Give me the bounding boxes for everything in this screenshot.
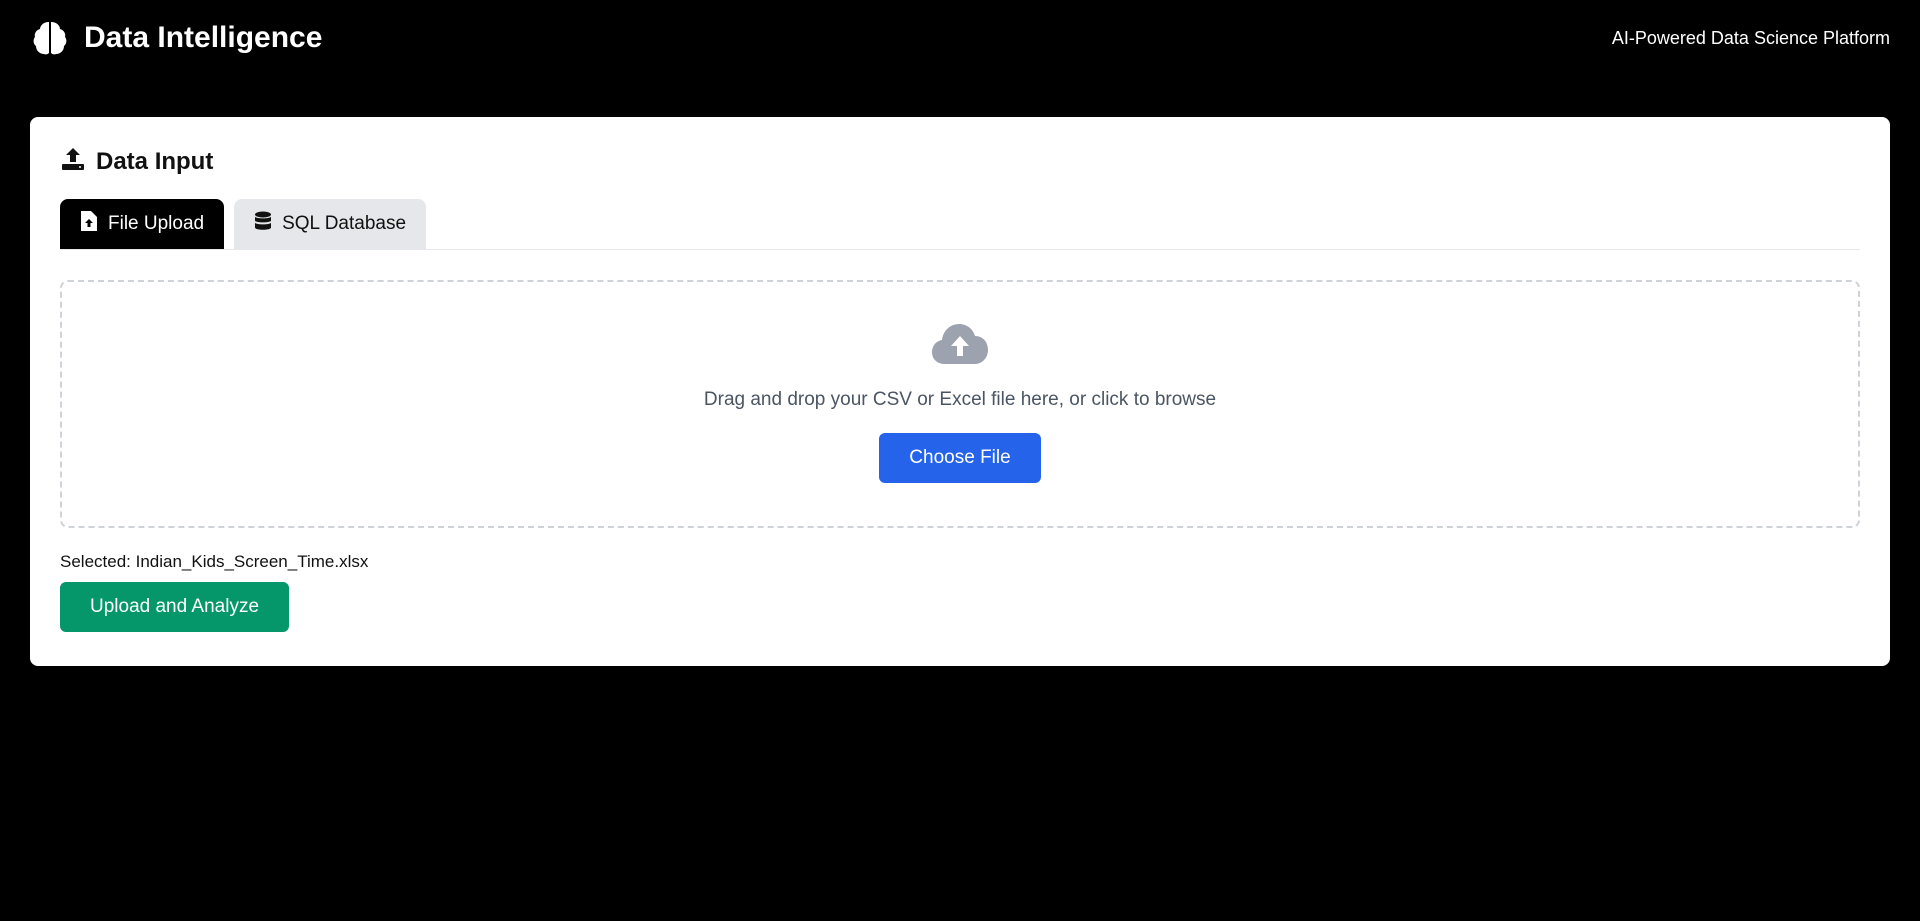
card-title-label: Data Input [96,148,214,175]
upload-icon [60,146,86,179]
tab-label: SQL Database [282,213,407,234]
choose-file-button[interactable]: Choose File [879,433,1041,483]
tab-file-upload[interactable]: File Upload [60,199,225,249]
file-upload-icon [80,211,98,237]
tab-sql-database[interactable]: SQL Database [234,199,427,249]
brand[interactable]: Data Intelligence [30,18,322,58]
data-input-card: Data Input File Upload SQL Database Drag… [30,117,1890,666]
selected-file-text: Selected: Indian_Kids_Screen_Time.xlsx [60,552,369,571]
tab-label: File Upload [108,213,205,234]
dropzone-text: Drag and drop your CSV or Excel file her… [703,389,1217,410]
brain-icon [30,18,70,58]
database-icon [254,211,272,237]
input-tabs: File Upload SQL Database [60,199,1860,250]
app-title: Data Intelligence [84,21,323,54]
tagline: AI-Powered Data Science Platform [1611,27,1890,48]
app-header: Data Intelligence AI-Powered Data Scienc… [0,0,1920,76]
upload-and-analyze-button[interactable]: Upload and Analyze [60,582,290,632]
file-dropzone[interactable]: Drag and drop your CSV or Excel file her… [60,280,1860,528]
cloud-upload-icon [931,322,989,371]
card-title: Data Input [60,145,1860,179]
